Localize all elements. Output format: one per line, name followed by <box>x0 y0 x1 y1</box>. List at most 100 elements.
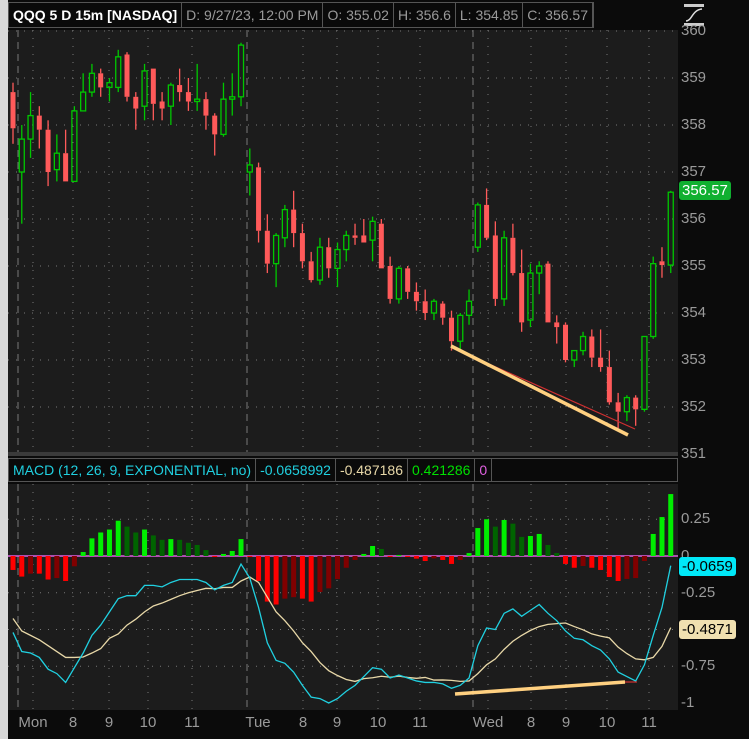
histogram-bar <box>54 556 60 579</box>
candle-up <box>281 208 289 239</box>
macd-title[interactable]: MACD (12, 26, 9, EXPONENTIAL, no) <box>9 459 257 481</box>
histogram-bar <box>256 556 262 581</box>
price-chart-pane[interactable] <box>8 30 678 452</box>
histogram-bar <box>650 533 656 556</box>
macd-avg-badge: -0.4871 <box>679 620 736 639</box>
candle-up <box>474 204 481 248</box>
macd-axis-label: -0.75 <box>681 657 716 675</box>
histogram-bar <box>668 494 674 556</box>
histogram-bar <box>334 556 340 580</box>
histogram-bar <box>589 556 595 568</box>
histogram-bar <box>229 551 235 556</box>
histogram-bar <box>545 544 551 556</box>
histogram-bar <box>98 532 104 556</box>
macd-value: -0.0658992 <box>256 459 336 481</box>
time-axis-label: 11 <box>184 714 200 731</box>
histogram-bar <box>571 556 577 568</box>
candle-up <box>465 300 473 317</box>
histogram-bar <box>413 556 419 559</box>
candle-up <box>500 237 508 300</box>
time-axis-label: 8 <box>298 714 308 731</box>
price-axis-label: 359 <box>681 69 707 86</box>
candle-up <box>457 314 464 342</box>
macd-axis-label: -0.25 <box>681 583 716 601</box>
last-price-badge: 356.57 <box>679 181 731 200</box>
price-axis-label: 356 <box>681 210 707 227</box>
histogram-bar <box>142 529 148 556</box>
macd-avg: -0.487186 <box>336 459 408 481</box>
candle-down <box>387 266 393 299</box>
low-readout: L: 354.85 <box>456 3 524 27</box>
histogram-bar <box>615 556 621 581</box>
histogram-bar <box>440 556 446 560</box>
macd-axis-label: 0.25 <box>681 510 711 528</box>
histogram-bar <box>106 529 112 556</box>
histogram-bar <box>387 556 393 557</box>
candle-down <box>378 223 384 269</box>
candle-up <box>650 262 657 338</box>
high-readout: H: 356.6 <box>394 3 456 27</box>
pane-divider[interactable] <box>8 452 678 456</box>
candle-up <box>623 396 631 413</box>
histogram-bar <box>352 556 358 560</box>
time-axis-label: 11 <box>412 714 428 731</box>
histogram-bar <box>326 556 332 589</box>
histogram-bar <box>194 544 200 556</box>
histogram-bar <box>299 556 305 599</box>
histogram-bar <box>536 533 542 556</box>
time-axis-label: 11 <box>641 714 657 731</box>
candle-down <box>159 101 165 109</box>
candle-down <box>308 261 314 281</box>
macd-avg-line <box>12 576 672 683</box>
time-axis-label: 8 <box>68 714 78 731</box>
candle-down <box>361 235 367 243</box>
time-axis-label: 9 <box>332 714 342 731</box>
histogram-bar <box>466 553 472 556</box>
candle-down <box>615 402 621 412</box>
time-axis-label: 9 <box>561 714 571 731</box>
candle-up <box>343 234 350 251</box>
trendline-macd <box>454 680 626 696</box>
candle-down <box>185 92 191 102</box>
histogram-bar <box>45 556 51 580</box>
histogram-bar <box>282 556 288 599</box>
candle-up <box>316 246 324 281</box>
candle-up <box>80 91 87 112</box>
price-axis-label: 352 <box>681 398 707 415</box>
macd-value-badge: -0.0659 <box>679 557 736 576</box>
candle-up <box>430 300 438 314</box>
candle-up <box>53 152 60 171</box>
candle-up <box>369 220 376 241</box>
candle-down <box>10 92 16 129</box>
histogram-bar <box>641 556 647 561</box>
candle-down <box>45 129 51 172</box>
symbol-label[interactable]: QQQ 5 D 15m [NASDAQ] <box>9 3 183 27</box>
macd-pane[interactable] <box>8 484 678 710</box>
price-axis-label: 358 <box>681 116 707 133</box>
candle-up <box>167 84 175 107</box>
candle-down <box>264 230 270 264</box>
price-axis-label: 353 <box>681 351 707 368</box>
candle-down <box>510 237 516 274</box>
price-axis-label: 351 <box>681 445 707 462</box>
candle-down <box>133 96 139 109</box>
histogram-bar <box>220 553 226 556</box>
histogram-bar <box>501 519 507 556</box>
price-axis-label: 357 <box>681 163 707 180</box>
candle-up <box>18 138 25 173</box>
histogram-bar <box>36 556 42 574</box>
left-scroll-strip[interactable] <box>0 0 8 739</box>
histogram-bar <box>273 556 279 605</box>
candle-down <box>98 73 104 88</box>
candle-down <box>589 336 595 358</box>
histogram-bar <box>291 556 297 598</box>
time-axis-label: Tue <box>245 714 271 731</box>
histogram-bar <box>370 546 376 556</box>
time-axis-label: 8 <box>526 714 536 731</box>
candle-down <box>203 99 209 116</box>
histogram-bar <box>63 556 69 581</box>
macd-diff: 0.421286 <box>408 459 476 481</box>
candle-down <box>598 357 604 368</box>
histogram-bar <box>563 556 569 564</box>
candle-up <box>667 191 674 266</box>
